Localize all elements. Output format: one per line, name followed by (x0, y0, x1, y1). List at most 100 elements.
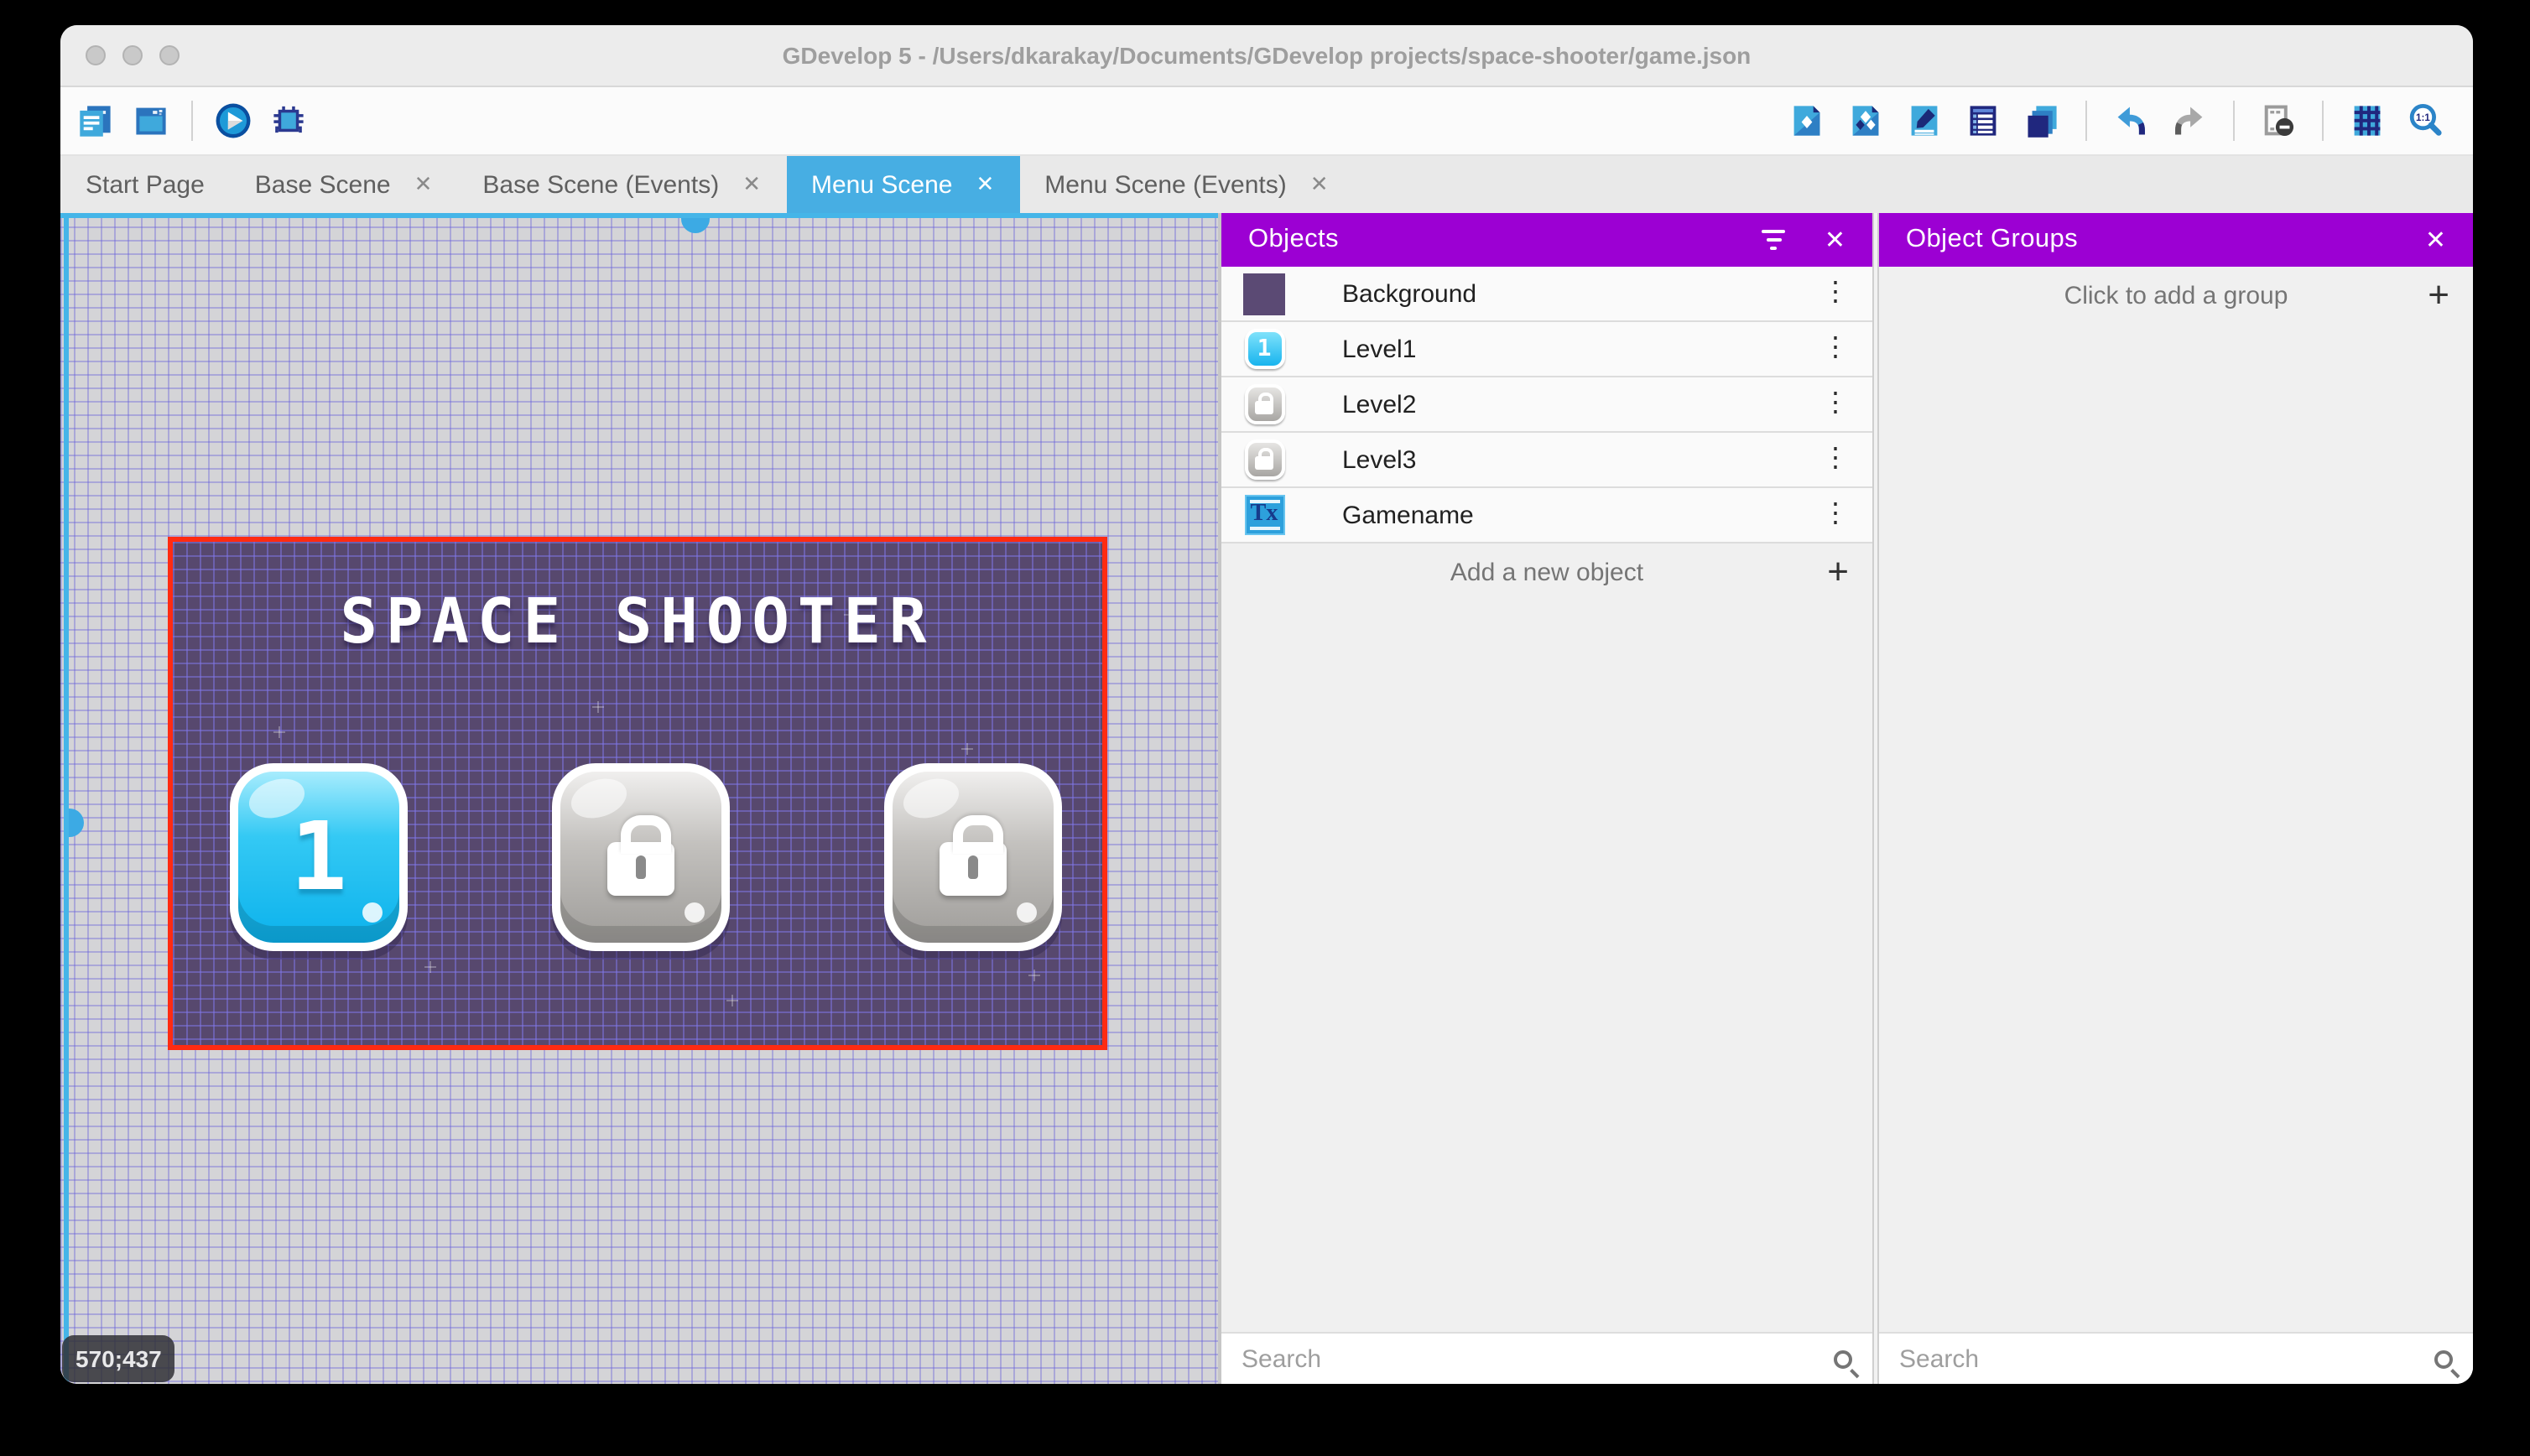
tab-menu-scene[interactable]: Menu Scene ✕ (786, 156, 1020, 213)
main-area: SPACE SHOOTER 1 570;437 Objects ✕ Backgr… (60, 213, 2473, 1384)
zoom-ratio-label: 1:1 (2416, 112, 2430, 123)
project-manager-icon[interactable] (75, 101, 116, 141)
object-menu-kebab-icon[interactable]: ⋮ (1815, 387, 1856, 421)
objects-panel-header: Objects ✕ (1221, 213, 1872, 267)
tab-close-icon[interactable]: ✕ (1310, 171, 1329, 198)
object-groups-panel: Object Groups ✕ Click to add a group + (1879, 213, 2473, 1384)
search-icon (2434, 1349, 2453, 1368)
titlebar: GDevelop 5 - /Users/dkarakay/Documents/G… (60, 25, 2473, 87)
filter-icon[interactable] (1761, 230, 1788, 250)
add-object-row[interactable]: Add a new object + (1221, 543, 1872, 601)
preview-play-icon[interactable] (213, 101, 253, 141)
object-name: Gamename (1342, 501, 1474, 529)
groups-panel-empty-space (1879, 324, 2473, 1332)
groups-search-input[interactable] (1879, 1344, 2473, 1373)
debugger-bug-icon[interactable] (268, 101, 309, 141)
toolbar: 1:1 (60, 87, 2473, 156)
layers-editor-icon[interactable] (2022, 101, 2062, 141)
object-menu-kebab-icon[interactable]: ⋮ (1815, 443, 1856, 476)
object-name: Level1 (1342, 335, 1417, 363)
game-window-left-border (64, 213, 69, 1384)
panel-divider (1872, 213, 1879, 1384)
tab-base-scene-events[interactable]: Base Scene (Events) ✕ (457, 156, 786, 213)
tab-label: Menu Scene (Events) (1044, 170, 1287, 199)
cursor-coordinates: 570;437 (62, 1335, 175, 1382)
add-group-row[interactable]: Click to add a group + (1879, 267, 2473, 324)
groups-search-row (1879, 1332, 2473, 1384)
sparkle (273, 726, 285, 738)
object-row-level2[interactable]: Level2 ⋮ (1221, 377, 1872, 433)
undo-icon[interactable] (2111, 101, 2151, 141)
objects-search-input[interactable] (1221, 1344, 1872, 1373)
object-row-background[interactable]: Background ⋮ (1221, 267, 1872, 322)
add-object-plus-icon[interactable]: + (1827, 553, 1849, 590)
objects-editor-icon[interactable] (1787, 101, 1827, 141)
close-window-button[interactable] (86, 45, 106, 65)
object-menu-kebab-icon[interactable]: ⋮ (1815, 498, 1856, 532)
level2-button-locked[interactable] (552, 763, 730, 951)
tab-menu-scene-events[interactable]: Menu Scene (Events) ✕ (1019, 156, 1353, 213)
zoom-window-button[interactable] (159, 45, 180, 65)
traffic-lights (86, 45, 180, 65)
tab-close-icon[interactable]: ✕ (414, 171, 433, 198)
tab-label: Base Scene (254, 170, 391, 199)
object-menu-kebab-icon[interactable]: ⋮ (1815, 277, 1856, 310)
sparkle (961, 743, 973, 755)
tab-start-page[interactable]: Start Page (60, 156, 230, 213)
toolbar-left-group (60, 101, 309, 141)
object-groups-panel-header: Object Groups ✕ (1879, 213, 2473, 267)
object-row-level3[interactable]: Level3 ⋮ (1221, 433, 1872, 488)
instances-list-icon[interactable] (1963, 101, 2003, 141)
add-object-label: Add a new object (1450, 558, 1644, 586)
object-name: Level2 (1342, 390, 1417, 419)
objects-panel: Objects ✕ Background ⋮ 1 Level1 ⋮ Level2… (1221, 213, 1872, 1384)
tabbar: Start Page Base Scene ✕ Base Scene (Even… (60, 156, 2473, 213)
object-menu-kebab-icon[interactable]: ⋮ (1815, 332, 1856, 366)
scene-window-icon[interactable] (131, 101, 171, 141)
tab-base-scene[interactable]: Base Scene ✕ (230, 156, 458, 213)
sparkle (592, 701, 604, 713)
window-title: GDevelop 5 - /Users/dkarakay/Documents/G… (782, 42, 1752, 69)
level3-thumbnail (1243, 439, 1285, 481)
grid-icon[interactable] (2347, 101, 2387, 141)
object-row-gamename[interactable]: Tx Gamename ⋮ (1221, 488, 1872, 543)
window-mask-icon[interactable] (2258, 101, 2298, 141)
background-thumbnail (1243, 273, 1285, 315)
level2-thumbnail (1243, 383, 1285, 425)
game-window-top-border (60, 213, 1218, 218)
properties-pencil-icon[interactable] (1904, 101, 1944, 141)
lock-icon (607, 815, 674, 896)
tab-close-icon[interactable]: ✕ (742, 171, 761, 198)
objects-panel-empty-space (1221, 601, 1872, 1332)
window-resize-handle-left[interactable] (69, 809, 84, 837)
zoom-reset-icon[interactable]: 1:1 (2406, 101, 2446, 141)
screen: GDevelop 5 - /Users/dkarakay/Documents/G… (0, 0, 2530, 1456)
object-groups-editor-icon[interactable] (1845, 101, 1886, 141)
window-resize-handle-top[interactable] (681, 218, 710, 233)
scene-canvas[interactable]: SPACE SHOOTER 1 570;437 (60, 213, 1218, 1384)
game-title-text: SPACE SHOOTER (340, 585, 935, 658)
object-groups-panel-title: Object Groups (1906, 225, 2079, 253)
object-name: Level3 (1342, 445, 1417, 474)
redo-icon[interactable] (2169, 101, 2210, 141)
sparkle (726, 995, 738, 1006)
object-row-level1[interactable]: 1 Level1 ⋮ (1221, 322, 1872, 377)
level1-thumbnail: 1 (1243, 328, 1285, 370)
background-instance-selected[interactable]: SPACE SHOOTER 1 (168, 537, 1107, 1050)
search-icon (1834, 1349, 1852, 1368)
sparkle (1028, 970, 1040, 981)
level3-button-locked[interactable] (884, 763, 1062, 951)
add-group-plus-icon[interactable]: + (2428, 276, 2449, 314)
tab-label: Menu Scene (811, 170, 953, 199)
close-icon[interactable]: ✕ (1825, 225, 1845, 255)
tab-close-icon[interactable]: ✕ (976, 171, 994, 198)
close-icon[interactable]: ✕ (2425, 225, 2446, 255)
toolbar-divider (2233, 101, 2235, 141)
tab-label: Base Scene (Events) (482, 170, 720, 199)
toolbar-divider (2085, 101, 2087, 141)
level1-number: 1 (290, 803, 347, 912)
add-group-label: Click to add a group (2064, 281, 2288, 309)
lock-icon (940, 815, 1007, 896)
minimize-window-button[interactable] (122, 45, 143, 65)
level1-button[interactable]: 1 (230, 763, 408, 951)
